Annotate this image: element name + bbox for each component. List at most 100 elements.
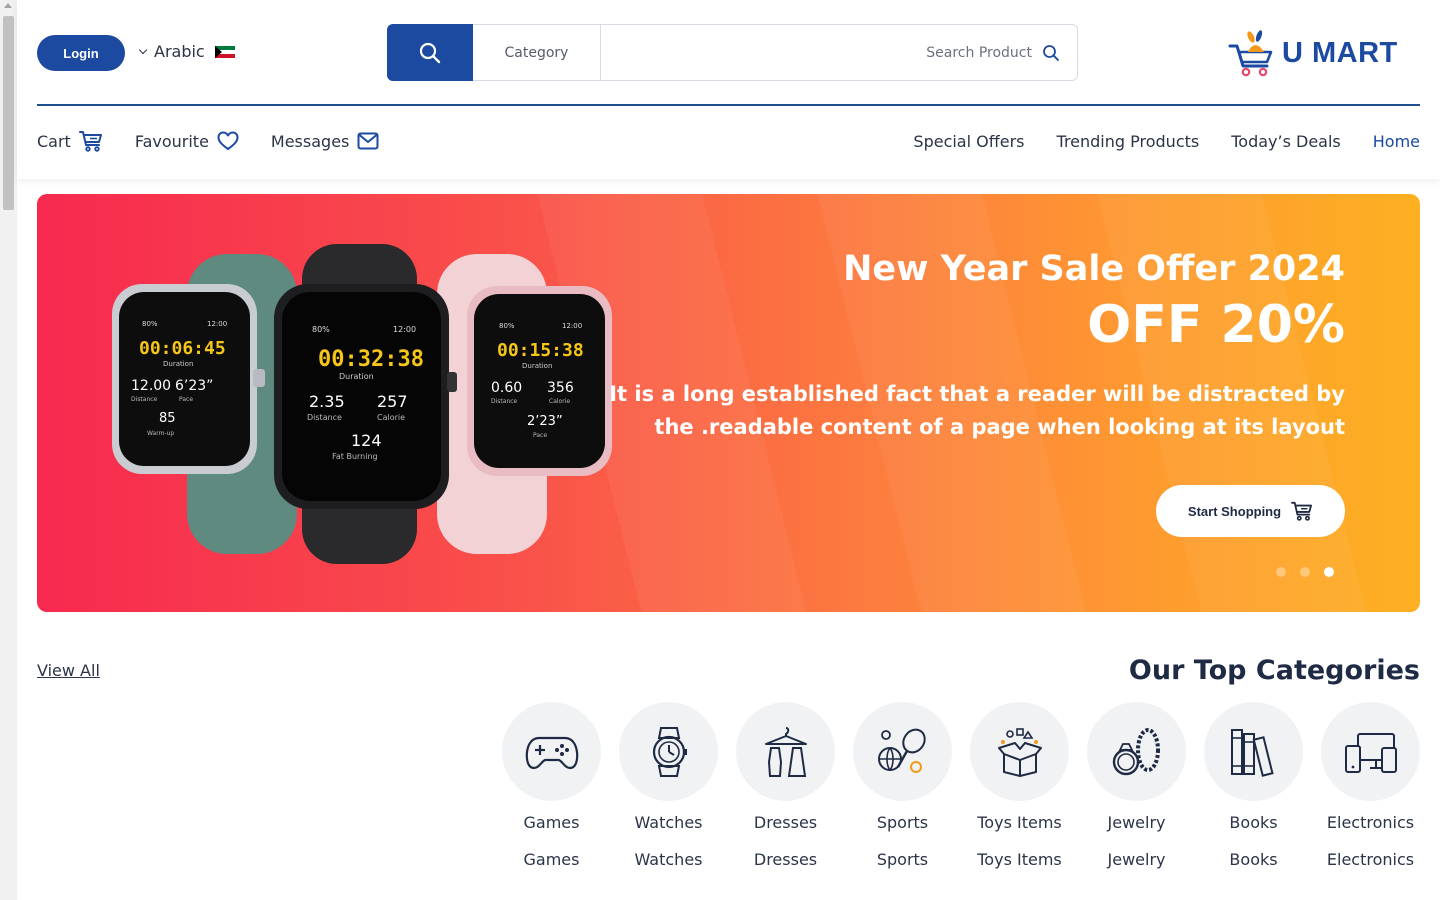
watch-clock: 12:00 xyxy=(562,322,582,330)
category-sublabel: Games xyxy=(523,850,580,869)
start-shopping-button[interactable]: Start Shopping xyxy=(1156,485,1345,537)
category-sublabel: Watches xyxy=(634,850,703,869)
nav-cart[interactable]: Cart xyxy=(37,130,103,152)
header-divider xyxy=(37,104,1420,106)
category-circle[interactable] xyxy=(1087,702,1186,801)
watch-battery: 80% xyxy=(142,320,158,328)
sports-icon xyxy=(877,728,926,773)
kuwait-flag-icon xyxy=(214,45,235,58)
watch-b-label: Calorie xyxy=(377,413,405,422)
watch-b: 6’23” xyxy=(175,378,213,394)
category-circle[interactable] xyxy=(619,702,718,801)
category-sublabel: Jewelry xyxy=(1107,850,1166,869)
smartwatches-image: 80% 12:00 00:06:45 Duration 12.00 6’23” … xyxy=(112,244,612,564)
watch-b: 356 xyxy=(547,380,574,396)
books-icon xyxy=(1230,728,1274,777)
watch-b: 257 xyxy=(377,392,408,411)
watch-c-label: Fat Burning xyxy=(332,452,378,461)
language-label: Arabic xyxy=(154,42,205,61)
nav-trending-products[interactable]: Trending Products xyxy=(1057,132,1200,151)
scroll-up-arrow-icon[interactable] xyxy=(4,3,12,8)
category-sublabel: Books xyxy=(1229,850,1278,869)
search-bar: Category xyxy=(387,24,1078,81)
cart-logo-icon xyxy=(1228,30,1273,77)
jewelry-icon xyxy=(1112,727,1160,775)
category-sublabel: Electronics xyxy=(1326,850,1415,869)
language-selector[interactable]: Arabic xyxy=(138,42,235,61)
electronics-icon xyxy=(1344,732,1397,773)
watch-sub: Duration xyxy=(163,360,193,368)
carousel-dot[interactable] xyxy=(1276,567,1286,577)
logo[interactable]: U MART xyxy=(1228,28,1398,78)
watch-a-label: Distance xyxy=(491,398,518,405)
category-circle[interactable] xyxy=(853,702,952,801)
nav-todays-deals[interactable]: Today’s Deals xyxy=(1231,132,1341,151)
watch-a: 12.00 xyxy=(131,378,171,394)
category-sublabel: Dresses xyxy=(753,850,818,869)
category-circle[interactable] xyxy=(1321,702,1420,801)
cart-icon xyxy=(78,131,102,152)
search-icon xyxy=(419,42,441,63)
category-books[interactable]: Books Books xyxy=(1204,702,1303,869)
category-circle[interactable] xyxy=(736,702,835,801)
gamepad-icon xyxy=(525,736,578,769)
search-button[interactable] xyxy=(387,24,473,81)
watch-a: 2.35 xyxy=(309,392,345,411)
category-label: Dresses xyxy=(753,813,818,832)
category-electronics[interactable]: Electronics Electronics xyxy=(1321,702,1420,869)
category-watches[interactable]: Watches Watches xyxy=(619,702,718,869)
banner-description: It is a long established fact that a rea… xyxy=(609,382,1345,439)
scrollbar-thumb[interactable] xyxy=(3,16,14,210)
category-dropdown[interactable]: Category xyxy=(473,25,601,80)
user-nav: Cart Favourite Messages xyxy=(37,130,411,152)
watch-c-label: Warm-up xyxy=(147,430,174,437)
watch-a: 0.60 xyxy=(491,380,522,396)
category-circle[interactable] xyxy=(970,702,1069,801)
watch-clock: 12:00 xyxy=(207,320,227,328)
view-all-link[interactable]: View All xyxy=(37,661,100,680)
category-sublabel: Toys Items xyxy=(977,850,1062,869)
categories-title: Our Top Categories xyxy=(1128,655,1420,686)
toys-icon xyxy=(997,727,1042,777)
category-label: Sports xyxy=(876,813,929,832)
category-label: Watches xyxy=(634,813,703,832)
hero-banner[interactable]: 80% 12:00 00:06:45 Duration 12.00 6’23” … xyxy=(37,194,1420,612)
search-field-icon xyxy=(1043,45,1059,61)
heart-icon xyxy=(217,131,239,150)
page-scrollbar[interactable] xyxy=(0,0,17,900)
carousel-dot-active[interactable] xyxy=(1324,567,1334,577)
watch-time: 00:15:38 xyxy=(497,340,584,361)
watch-c-label: Pace xyxy=(533,432,547,439)
category-toys[interactable]: Toys Items Toys Items xyxy=(970,702,1069,869)
mail-icon xyxy=(357,132,379,150)
nav-cart-label: Cart xyxy=(37,131,71,151)
main-nav: Special Offers Trending Products Today’s… xyxy=(913,132,1420,151)
cart-icon xyxy=(1291,501,1313,521)
category-label: Electronics xyxy=(1326,813,1415,832)
login-button[interactable]: Login xyxy=(37,35,125,71)
category-label: Games xyxy=(523,813,580,832)
watch-green: 80% 12:00 00:06:45 Duration 12.00 6’23” … xyxy=(112,254,297,554)
search-input[interactable] xyxy=(602,25,1032,80)
nav-special-offers[interactable]: Special Offers xyxy=(913,132,1024,151)
chevron-down-icon xyxy=(138,45,148,54)
watch-time: 00:32:38 xyxy=(318,347,424,372)
nav-home[interactable]: Home xyxy=(1373,132,1420,151)
category-dresses[interactable]: Dresses Dresses xyxy=(736,702,835,869)
nav-messages[interactable]: Messages xyxy=(271,132,379,151)
watch-pink: 80% 12:00 00:15:38 Duration 0.60 356 Dis… xyxy=(437,254,612,554)
watch-battery: 80% xyxy=(499,322,515,330)
category-label: Jewelry xyxy=(1107,813,1166,832)
watch-icon xyxy=(652,726,687,777)
dress-icon xyxy=(764,726,807,777)
nav-favourite[interactable]: Favourite xyxy=(135,131,239,151)
category-games[interactable]: Games Games xyxy=(502,702,601,869)
category-label: Toys Items xyxy=(977,813,1062,832)
watch-black: 80% 12:00 00:32:38 Duration 2.35 257 Dis… xyxy=(274,244,457,564)
watch-a-label: Distance xyxy=(307,413,342,422)
carousel-dot[interactable] xyxy=(1300,567,1310,577)
category-sports[interactable]: Sports Sports xyxy=(853,702,952,869)
category-jewelry[interactable]: Jewelry Jewelry xyxy=(1087,702,1186,869)
category-circle[interactable] xyxy=(1204,702,1303,801)
category-circle[interactable] xyxy=(502,702,601,801)
